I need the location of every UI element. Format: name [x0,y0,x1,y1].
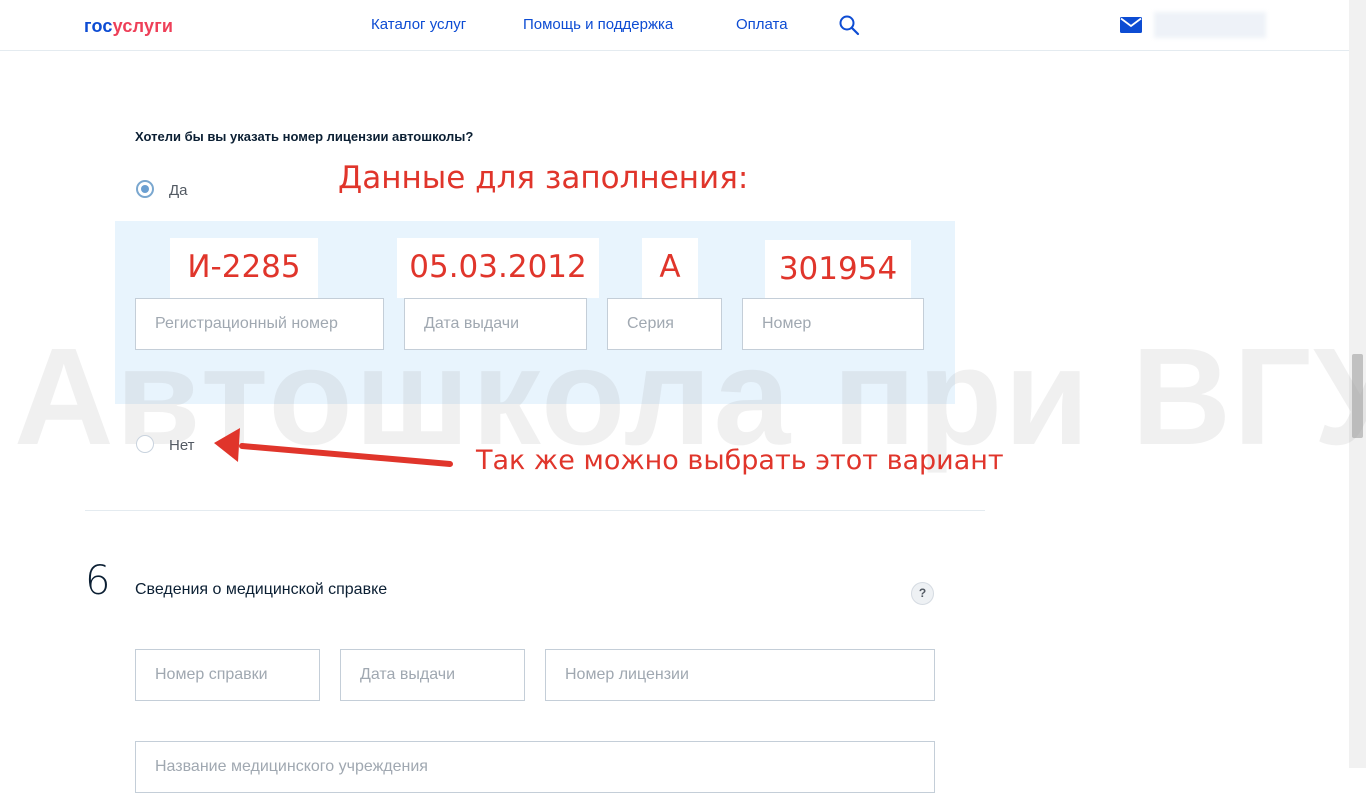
radio-no[interactable] [136,435,154,453]
license-number-placeholder: Номер лицензии [565,666,689,683]
value-number: 301954 [765,240,911,300]
gosuslugi-logo[interactable]: госуслуги [84,16,173,37]
scrollbar-thumb[interactable] [1352,354,1363,438]
certificate-number-input[interactable]: Номер справки [135,649,320,701]
logo-part-gos: гос [84,16,113,36]
medical-issue-date-placeholder: Дата выдачи [360,666,456,683]
alt-option-note: Так же можно выбрать этот вариант [476,445,1004,476]
institution-name-input[interactable]: Название медицинского учреждения [135,741,935,793]
value-issue-date: 05.03.2012 [397,238,599,298]
section-number: 6 [85,558,111,604]
section-divider [85,510,985,511]
logo-part-uslugi: услуги [112,16,174,36]
issue-date-placeholder: Дата выдачи [424,315,520,332]
mail-icon[interactable] [1120,17,1142,33]
top-header: госуслуги Каталог услуг Помощь и поддерж… [0,0,1366,51]
series-input[interactable]: Серия [607,298,722,350]
page-scrollbar[interactable] [1349,0,1366,768]
radio-yes[interactable] [136,180,154,198]
nav-payment-link[interactable]: Оплата [736,16,788,33]
nav-help-link[interactable]: Помощь и поддержка [523,16,673,33]
medical-issue-date-input[interactable]: Дата выдачи [340,649,525,701]
user-profile-blurred[interactable] [1154,12,1266,38]
radio-yes-label[interactable]: Да [169,182,188,199]
nav-catalog-link[interactable]: Каталог услуг [371,16,466,33]
radio-no-label[interactable]: Нет [169,437,195,454]
number-placeholder: Номер [762,315,812,332]
red-arrow-icon [214,428,453,467]
number-input[interactable]: Номер [742,298,924,350]
issue-date-input[interactable]: Дата выдачи [404,298,587,350]
series-placeholder: Серия [627,315,674,332]
reg-number-placeholder: Регистрационный номер [155,315,338,332]
section-title: Сведения о медицинской справке [135,581,388,598]
search-icon[interactable] [838,14,860,36]
license-question: Хотели бы вы указать номер лицензии авто… [135,129,474,144]
fill-data-heading: Данные для заполнения: [338,160,749,196]
help-icon[interactable]: ? [911,582,934,605]
value-reg-number: И-2285 [170,238,318,298]
license-number-input[interactable]: Номер лицензии [545,649,935,701]
institution-name-placeholder: Название медицинского учреждения [155,758,428,775]
reg-number-input[interactable]: Регистрационный номер [135,298,384,350]
value-series: А [642,238,698,298]
certificate-number-placeholder: Номер справки [155,666,268,683]
